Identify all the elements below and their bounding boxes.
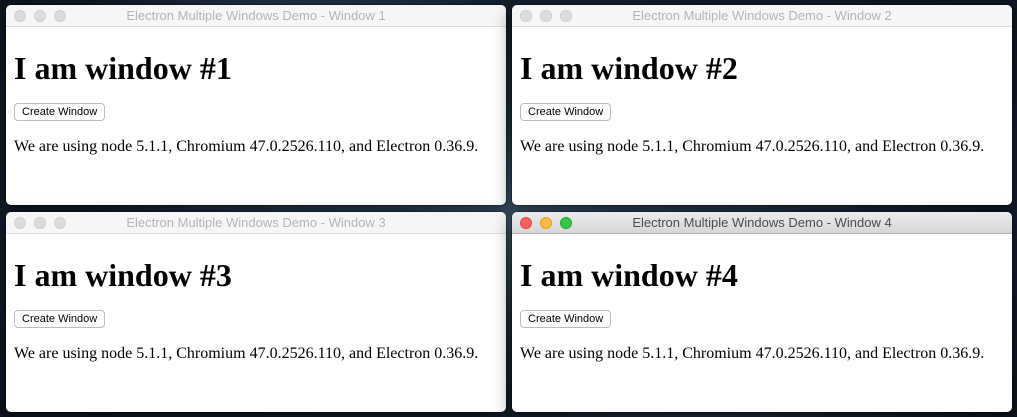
window-title: Electron Multiple Windows Demo - Window …	[632, 215, 892, 230]
window-content: I am window #3 Create Window We are usin…	[6, 256, 506, 364]
window-3: Electron Multiple Windows Demo - Window …	[6, 212, 506, 412]
window-1-titlebar[interactable]: Electron Multiple Windows Demo - Window …	[6, 5, 506, 27]
window-2-titlebar[interactable]: Electron Multiple Windows Demo - Window …	[512, 5, 1012, 27]
window-title: Electron Multiple Windows Demo - Window …	[126, 8, 386, 23]
window-content: I am window #2 Create Window We are usin…	[512, 49, 1012, 157]
window-1: Electron Multiple Windows Demo - Window …	[6, 5, 506, 205]
versions-text: We are using node 5.1.1, Chromium 47.0.2…	[520, 345, 985, 362]
window-heading: I am window #4	[520, 257, 738, 293]
versions-text: We are using node 5.1.1, Chromium 47.0.2…	[14, 345, 479, 362]
window-4-titlebar[interactable]: Electron Multiple Windows Demo - Window …	[512, 212, 1012, 234]
window-title: Electron Multiple Windows Demo - Window …	[126, 215, 386, 230]
window-heading: I am window #2	[520, 50, 738, 86]
window-3-titlebar[interactable]: Electron Multiple Windows Demo - Window …	[6, 212, 506, 234]
window-content: I am window #1 Create Window We are usin…	[6, 49, 506, 157]
versions-text: We are using node 5.1.1, Chromium 47.0.2…	[520, 138, 985, 155]
window-content: I am window #4 Create Window We are usin…	[512, 256, 1012, 364]
create-window-button[interactable]: Create Window	[14, 310, 106, 328]
versions-text: We are using node 5.1.1, Chromium 47.0.2…	[14, 138, 479, 155]
window-4: Electron Multiple Windows Demo - Window …	[512, 212, 1012, 412]
window-heading: I am window #3	[14, 257, 232, 293]
create-window-button[interactable]: Create Window	[520, 103, 612, 121]
create-window-button[interactable]: Create Window	[520, 310, 612, 328]
window-title: Electron Multiple Windows Demo - Window …	[632, 8, 892, 23]
window-heading: I am window #1	[14, 50, 232, 86]
create-window-button[interactable]: Create Window	[14, 103, 106, 121]
window-2: Electron Multiple Windows Demo - Window …	[512, 5, 1012, 205]
